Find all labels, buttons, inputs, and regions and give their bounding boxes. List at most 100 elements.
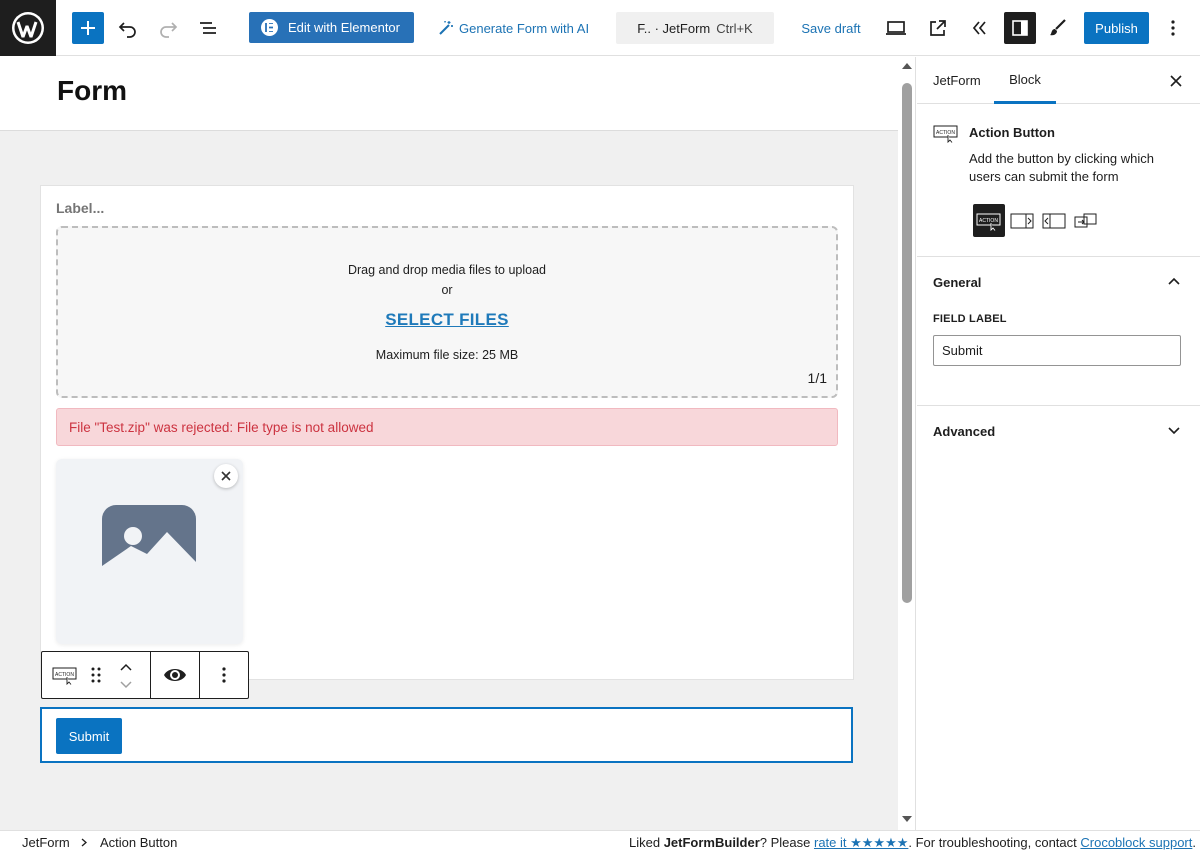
error-message: File "Test.zip" was rejected: File type … xyxy=(56,408,838,446)
edit-with-elementor-button[interactable]: Edit with Elementor xyxy=(249,12,414,43)
field-label-heading: FIELD LABEL xyxy=(933,313,1007,325)
view-post-button[interactable] xyxy=(922,12,954,44)
chevron-down-icon[interactable] xyxy=(1166,423,1182,439)
action-icon-text: ACTION xyxy=(936,130,955,136)
undo-icon xyxy=(118,22,136,38)
chevron-down-icon xyxy=(120,681,132,689)
document-overview-button[interactable] xyxy=(192,12,224,44)
move-up-button[interactable] xyxy=(119,660,133,675)
field-label[interactable]: Label... xyxy=(56,200,104,216)
drag-handle-icon xyxy=(91,667,101,683)
next-page-icon xyxy=(1010,213,1034,228)
action-button-block-icon: ACTION xyxy=(933,125,958,143)
visibility-button[interactable] xyxy=(163,666,187,687)
prev-page-icon xyxy=(1042,213,1066,228)
style-variation-next[interactable] xyxy=(1008,204,1036,237)
tab-jetform[interactable]: JetForm xyxy=(933,57,981,104)
error-text: File "Test.zip" was rejected: File type … xyxy=(69,419,374,435)
panel-divider xyxy=(917,405,1200,406)
rate-link[interactable]: rate it ★★★★★ xyxy=(814,835,908,850)
external-link-icon xyxy=(930,20,946,36)
generate-form-ai-button[interactable]: Generate Form with AI xyxy=(438,12,598,44)
page-title[interactable]: Form xyxy=(57,75,127,107)
double-chevron-left-icon xyxy=(972,21,986,35)
block-options-button[interactable] xyxy=(222,667,226,686)
options-menu-button[interactable] xyxy=(1162,12,1184,44)
footer-note: Liked JetFormBuilder? Please rate it ★★★… xyxy=(629,835,1196,851)
breadcrumb-action-button[interactable]: Action Button xyxy=(100,835,177,850)
style-variation-action[interactable]: ACTION xyxy=(973,204,1005,237)
save-draft-button[interactable]: Save draft xyxy=(800,12,862,44)
footer-note-text: ? Please xyxy=(759,835,814,850)
select-files-link[interactable]: SELECT FILES xyxy=(58,310,836,330)
publish-button[interactable]: Publish xyxy=(1084,12,1149,44)
block-type-button[interactable]: ACTION xyxy=(52,665,78,688)
action-button-block-icon: ACTION xyxy=(52,667,77,686)
block-title: Action Button xyxy=(969,125,1055,140)
shortcut-hint: Ctrl+K xyxy=(716,20,753,36)
panel-general-title[interactable]: General xyxy=(933,275,981,290)
chevron-up-icon[interactable] xyxy=(1166,273,1182,289)
tab-block[interactable]: Block xyxy=(994,57,1056,104)
image-placeholder-icon xyxy=(102,505,196,600)
plus-icon xyxy=(81,21,95,35)
media-field-block[interactable]: Label... Drag and drop media files to up… xyxy=(40,185,854,680)
file-dropzone[interactable]: Drag and drop media files to upload or S… xyxy=(56,226,838,398)
eye-icon xyxy=(164,669,186,681)
wordpress-logo-icon[interactable] xyxy=(0,0,56,56)
elementor-label: Edit with Elementor xyxy=(288,20,400,35)
close-sidebar-button[interactable] xyxy=(1164,69,1188,93)
style-variation-prev[interactable] xyxy=(1040,204,1068,237)
action-icon-text: ACTION xyxy=(55,672,74,678)
settings-sidebar: JetForm Block ACTION Action Button Add t… xyxy=(917,57,1200,830)
scrollbar-thumb[interactable] xyxy=(902,83,912,603)
settings-sidebar-toggle[interactable] xyxy=(1004,12,1036,44)
undo-button[interactable] xyxy=(112,12,144,44)
redo-button[interactable] xyxy=(152,12,184,44)
more-vertical-icon xyxy=(1171,20,1175,36)
swap-icon xyxy=(1074,213,1097,227)
toolbar-divider xyxy=(199,652,200,698)
scroll-down-arrow-icon[interactable] xyxy=(901,815,913,823)
preview-device-button[interactable] xyxy=(880,12,912,44)
action-style-icon: ACTION xyxy=(976,213,1001,231)
footer-brand: JetFormBuilder xyxy=(663,835,760,850)
file-preview xyxy=(56,459,243,644)
footer-note-text: . xyxy=(1192,835,1196,850)
field-label-input[interactable] xyxy=(933,335,1181,366)
close-icon xyxy=(1170,75,1182,87)
footer-note-text: Liked xyxy=(629,835,664,850)
file-count: 1/1 xyxy=(807,370,827,386)
redo-icon xyxy=(160,22,178,38)
dropzone-or: or xyxy=(441,283,453,297)
styles-button[interactable] xyxy=(1042,12,1074,44)
submit-button[interactable]: Submit xyxy=(56,718,122,754)
breadcrumb-separator-icon xyxy=(81,838,87,847)
style-variation-swap[interactable] xyxy=(1072,204,1100,237)
title-area: Form xyxy=(0,57,898,131)
action-button-block[interactable]: Submit xyxy=(40,707,853,763)
generate-form-ai-label: Generate Form with AI xyxy=(459,20,590,36)
panel-divider xyxy=(917,256,1200,257)
editor-canvas: Form Label... Drag and drop media files … xyxy=(0,57,898,830)
more-vertical-icon xyxy=(222,667,226,683)
max-file-size: Maximum file size: 25 MB xyxy=(375,348,519,362)
close-icon xyxy=(221,471,231,481)
block-toolbar: ACTION xyxy=(41,651,249,699)
scroll-up-arrow-icon[interactable] xyxy=(901,62,913,70)
remove-file-button[interactable] xyxy=(214,464,238,488)
canvas-scrollbar[interactable] xyxy=(898,57,916,830)
move-down-button[interactable] xyxy=(119,678,133,693)
top-toolbar: Edit with Elementor Generate Form with A… xyxy=(0,0,1200,56)
collapse-button[interactable] xyxy=(964,12,996,44)
command-palette-button[interactable]: F.. · JetForm Ctrl+K xyxy=(616,12,774,44)
footer-bar: JetForm Action Button Liked JetFormBuild… xyxy=(0,830,1200,852)
toolbar-divider xyxy=(150,652,151,698)
footer-note-text: . For troubleshooting, contact xyxy=(908,835,1081,850)
drag-handle[interactable] xyxy=(91,666,101,687)
list-view-icon xyxy=(200,22,216,34)
support-link[interactable]: Crocoblock support xyxy=(1080,835,1192,850)
panel-advanced-title[interactable]: Advanced xyxy=(933,424,995,439)
breadcrumb-jetform[interactable]: JetForm xyxy=(22,835,70,850)
block-inserter-button[interactable] xyxy=(72,12,104,44)
